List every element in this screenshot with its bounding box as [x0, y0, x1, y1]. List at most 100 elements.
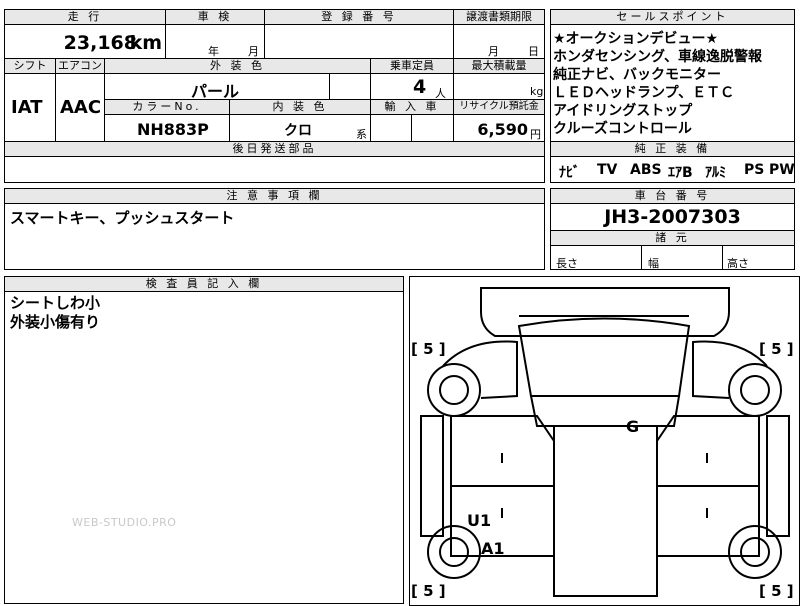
- max-load-cell: kg: [453, 73, 545, 100]
- exterior-color-header: 外 装 色: [104, 58, 371, 74]
- bonnet-outline: [517, 317, 691, 397]
- later-parts-cell: [4, 156, 545, 183]
- tire-tread-front-right: [ 5 ]: [759, 340, 794, 358]
- import-car-cell-a: [370, 114, 412, 142]
- dimension-length-label: 長さ: [556, 257, 578, 270]
- rear-right-wheel: [728, 525, 782, 579]
- selling-point-line: クルーズコントロール: [553, 121, 692, 137]
- dimension-width-cell: 幅: [641, 245, 723, 270]
- roof-outline: [553, 425, 658, 597]
- shift-header: シフト: [4, 58, 56, 74]
- seats-value: 4: [413, 76, 427, 98]
- equipment-header: 純 正 装 備: [550, 141, 795, 157]
- damage-mark-u1: U1: [467, 511, 492, 530]
- aircon-cell: AAC: [55, 73, 105, 142]
- transfer-month: 月: [488, 45, 499, 58]
- car-diagram: [420, 287, 790, 597]
- rear-right-wheel-inner: [740, 537, 770, 567]
- interior-color-suffix: 系: [356, 128, 367, 141]
- seats-header: 乗車定員: [370, 58, 454, 74]
- notes-text: スマートキー、プッシュスタート: [10, 209, 235, 227]
- recycle-deposit-unit: 円: [530, 128, 541, 141]
- color-number-cell: NH883P: [104, 114, 230, 142]
- registration-header: 登 録 番 号: [264, 9, 454, 25]
- transfer-deadline-header: 譲渡書類期限: [453, 9, 545, 25]
- front-bumper-outline: [480, 287, 730, 337]
- color-number-value: NH883P: [137, 120, 209, 139]
- equipment-box: ﾅﾋﾞ TV ABS ｴｱB ｱﾙﾐ PS PW: [550, 156, 795, 183]
- chassis-number-value: JH3-2007303: [604, 206, 741, 228]
- dimension-width-label: 幅: [648, 257, 659, 270]
- import-car-cell-b: [411, 114, 454, 142]
- recycle-deposit-value: 6,590: [477, 120, 528, 139]
- inspector-note-line: シートしわ小: [10, 294, 101, 312]
- equipment-item: ABS: [630, 162, 662, 178]
- shaken-month: 月: [248, 45, 259, 58]
- inspector-notes-header: 検 査 員 記 入 欄: [4, 276, 404, 292]
- shaken-cell: 年 月: [165, 24, 265, 59]
- max-load-unit: kg: [530, 85, 544, 98]
- left-sill: [420, 415, 444, 537]
- chassis-number-box: JH3-2007303: [550, 203, 795, 231]
- inspector-note-line: 外装小傷有り: [10, 313, 101, 331]
- shift-cell: IAT: [4, 73, 56, 142]
- inspector-notes-box: シートしわ小 外装小傷有り: [4, 291, 404, 604]
- notes-header: 注 意 事 項 欄: [4, 188, 545, 204]
- exterior-color-extra-cell: [329, 73, 371, 100]
- front-left-wheel-inner: [439, 375, 469, 405]
- shaken-year: 年: [208, 45, 219, 58]
- equipment-item: PW: [769, 162, 795, 178]
- selling-point-line: 純正ナビ、バックモニター: [553, 67, 721, 83]
- exterior-color-cell: パール: [104, 73, 330, 100]
- chassis-number-header: 車 台 番 号: [550, 188, 795, 204]
- selling-points-header: セールスポイント: [550, 9, 795, 25]
- mileage-cell: 23,168 km: [4, 24, 166, 59]
- interior-color-cell: クロ 系: [229, 114, 371, 142]
- dimensions-header: 諸 元: [550, 230, 795, 246]
- front-left-wheel: [427, 363, 481, 417]
- selling-point-line: ホンダセンシング、車線逸脱警報: [553, 49, 763, 65]
- selling-point-line: ＬＥＤヘッドランプ、ＥＴＣ: [553, 85, 735, 101]
- tire-tread-rear-left: [ 5 ]: [411, 582, 446, 600]
- selling-points-box: ★オークションデビュー★ ホンダセンシング、車線逸脱警報 純正ナビ、バックモニタ…: [550, 24, 795, 142]
- equipment-item: ｴｱB: [668, 165, 693, 181]
- aircon-header: エアコン: [55, 58, 105, 74]
- shaken-header: 車 検: [165, 9, 265, 25]
- transfer-day: 日: [528, 45, 539, 58]
- dimension-height-label: 高さ: [727, 257, 749, 270]
- right-sill: [766, 415, 790, 537]
- equipment-item: ｱﾙﾐ: [705, 165, 726, 181]
- aircon-value: AAC: [60, 97, 102, 118]
- watermark: WEB-STUDIO.PRO: [72, 516, 177, 529]
- seats-unit: 人: [435, 87, 446, 100]
- rear-left-wheel: [427, 525, 481, 579]
- color-number-header: カラーNo.: [104, 99, 230, 115]
- front-right-wheel-inner: [740, 375, 770, 405]
- registration-cell: [264, 24, 454, 59]
- interior-color-value: クロ: [284, 123, 312, 139]
- selling-point-line: アイドリングストップ: [553, 103, 693, 119]
- mileage-header: 走 行: [4, 9, 166, 25]
- mileage-unit: km: [129, 32, 162, 54]
- seats-cell: 4 人: [370, 73, 454, 100]
- windshield-outline: [529, 395, 681, 427]
- shift-value: IAT: [11, 97, 43, 118]
- tire-tread-front-left: [ 5 ]: [411, 340, 446, 358]
- exterior-color-value: パール: [191, 82, 240, 100]
- damage-mark-g: G: [626, 417, 640, 436]
- equipment-item: PS: [744, 162, 765, 178]
- recycle-deposit-header: リサイクル預託金: [453, 99, 545, 115]
- dimension-length-cell: 長さ: [550, 245, 642, 270]
- transfer-deadline-cell: 月 日: [453, 24, 545, 59]
- equipment-item: ﾅﾋﾞ: [559, 165, 580, 181]
- dimension-height-cell: 高さ: [722, 245, 795, 270]
- notes-box: スマートキー、プッシュスタート: [4, 203, 545, 270]
- interior-color-header: 内 装 色: [229, 99, 371, 115]
- recycle-deposit-cell: 6,590 円: [453, 114, 545, 142]
- damage-mark-a1: A1: [481, 539, 505, 558]
- rear-left-wheel-inner: [439, 537, 469, 567]
- max-load-header: 最大積載量: [453, 58, 545, 74]
- tire-tread-rear-right: [ 5 ]: [759, 582, 794, 600]
- equipment-item: TV: [597, 162, 618, 178]
- import-car-header: 輸 入 車: [370, 99, 454, 115]
